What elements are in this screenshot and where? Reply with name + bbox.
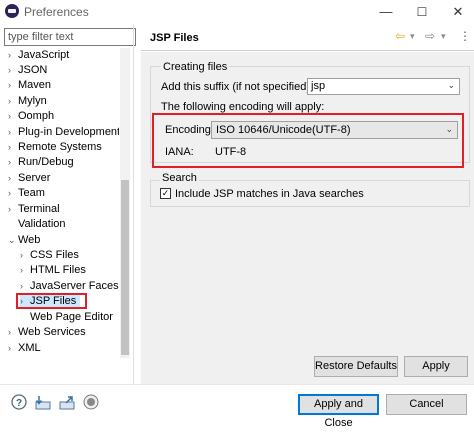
- tree-item-label: JSON: [18, 64, 48, 76]
- chevron-right-icon[interactable]: ›: [8, 78, 18, 93]
- chevron-down-icon: ⌄: [447, 80, 455, 90]
- tree-scrollbar-thumb[interactable]: [121, 180, 129, 355]
- tree-item-label: Terminal: [18, 203, 60, 215]
- minimize-button[interactable]: —: [368, 2, 404, 22]
- chevron-right-icon[interactable]: ›: [8, 94, 18, 109]
- chevron-right-icon[interactable]: ›: [8, 202, 18, 217]
- tree-item-javascript[interactable]: › JavaScript: [8, 48, 69, 63]
- cancel-button[interactable]: Cancel: [386, 394, 467, 415]
- tree-item-run-debug[interactable]: › Run/Debug: [8, 155, 74, 170]
- tree-item-team[interactable]: › Team: [8, 186, 45, 201]
- chevron-right-icon[interactable]: ›: [20, 279, 30, 294]
- page-title: JSP Files: [150, 32, 199, 44]
- back-menu-chevron-icon[interactable]: ▾: [410, 31, 415, 42]
- tree-item-terminal[interactable]: › Terminal: [8, 202, 60, 217]
- chevron-right-icon[interactable]: ›: [20, 263, 30, 278]
- forward-arrow-icon[interactable]: ⇨: [425, 29, 435, 43]
- tree-item-web-page-editor[interactable]: Web Page Editor: [20, 310, 113, 325]
- apply-button[interactable]: Apply: [404, 356, 468, 377]
- back-arrow-icon[interactable]: ⇦: [395, 29, 405, 43]
- tree-item-javaserver-faces[interactable]: ›JavaServer Faces To: [20, 279, 119, 294]
- chevron-right-icon[interactable]: ›: [8, 341, 18, 356]
- chevron-right-icon[interactable]: ›: [8, 140, 18, 155]
- apply-and-close-button[interactable]: Apply and Close: [298, 394, 379, 429]
- tree-item-label: HTML Files: [30, 264, 86, 276]
- tree-item-label: Web Page Editor: [30, 311, 113, 323]
- tree-item-label: Team: [18, 187, 45, 199]
- tree-item-label: Server: [18, 172, 51, 184]
- tree-item-label: Web Services: [18, 326, 86, 338]
- tree-item-label: Run/Debug: [18, 156, 74, 168]
- window-title: Preferences: [24, 5, 89, 19]
- suffix-value: jsp: [311, 80, 326, 92]
- highlight-box-jsp-files: [16, 293, 87, 309]
- chevron-down-icon[interactable]: ⌄: [8, 233, 18, 248]
- chevron-right-icon[interactable]: ›: [20, 248, 30, 263]
- help-glyph: ?: [16, 398, 22, 409]
- forward-menu-chevron-icon[interactable]: ▾: [441, 31, 446, 42]
- footer-separator: [0, 384, 474, 385]
- tree-item-label: JavaServer Faces To: [30, 280, 119, 292]
- include-jsp-checkbox[interactable]: ✓: [160, 188, 171, 199]
- include-jsp-label: Include JSP matches in Java searches: [175, 188, 364, 200]
- view-menu-icon[interactable]: ⋮: [459, 29, 471, 43]
- tree-item-xml[interactable]: › XML: [8, 341, 41, 356]
- help-icon[interactable]: ?: [11, 394, 27, 410]
- tree-item-web[interactable]: ⌄ Web: [8, 233, 40, 248]
- maximize-button[interactable]: ☐: [404, 2, 440, 22]
- chevron-right-icon[interactable]: ›: [8, 125, 18, 140]
- tree-item-web-services[interactable]: › Web Services: [8, 325, 86, 340]
- tree-item-label: Plug-in Development: [18, 126, 119, 138]
- tree-item-label: Mylyn: [18, 95, 47, 107]
- chevron-right-icon[interactable]: ›: [8, 109, 18, 124]
- tree-item-server[interactable]: › Server: [8, 171, 50, 186]
- chevron-right-icon[interactable]: ›: [8, 48, 18, 63]
- tree-item-mylyn[interactable]: › Mylyn: [8, 94, 47, 109]
- chevron-right-icon[interactable]: ›: [8, 155, 18, 170]
- tree-item-label: Oomph: [18, 110, 55, 122]
- encoding-note: The following encoding will apply:: [161, 101, 325, 113]
- suffix-label: Add this suffix (if not specified):: [161, 81, 314, 93]
- tree-item-label: Validation: [18, 218, 66, 230]
- preference-tree: › JavaScript › JSON › Maven › Mylyn › Oomph ›…: [4, 48, 119, 358]
- eclipse-app-icon: [5, 4, 19, 18]
- chevron-right-icon[interactable]: ›: [8, 325, 18, 340]
- tree-item-remote-systems[interactable]: › Remote Systems: [8, 140, 102, 155]
- filter-input[interactable]: [4, 28, 136, 46]
- import-icon[interactable]: [35, 394, 51, 410]
- title-separator: [141, 50, 474, 51]
- tree-item-label: Remote Systems: [18, 141, 102, 153]
- search-group-label: Search: [160, 172, 199, 184]
- export-icon[interactable]: [59, 394, 75, 410]
- tree-item-plugin-development[interactable]: › Plug-in Development: [8, 125, 119, 140]
- restore-defaults-button[interactable]: Restore Defaults: [314, 356, 398, 377]
- tree-item-validation[interactable]: Validation: [8, 217, 66, 232]
- tree-item-label: Maven: [18, 79, 52, 91]
- tree-item-label: XML: [18, 342, 41, 354]
- record-icon[interactable]: [83, 394, 99, 410]
- tree-item-html-files[interactable]: › HTML Files: [20, 263, 86, 278]
- highlight-box-encoding: [152, 113, 464, 168]
- chevron-right-icon[interactable]: ›: [8, 186, 18, 201]
- creating-files-group-label: Creating files: [161, 61, 230, 73]
- tree-item-label: JavaScript: [18, 49, 70, 61]
- close-button[interactable]: ✕: [440, 2, 474, 22]
- chevron-right-icon[interactable]: ›: [8, 63, 18, 78]
- tree-item-oomph[interactable]: › Oomph: [8, 109, 54, 124]
- tree-item-label: Web: [18, 234, 41, 246]
- tree-item-maven[interactable]: › Maven: [8, 78, 51, 93]
- suffix-combo[interactable]: jsp ⌄: [307, 78, 460, 95]
- panel-divider[interactable]: [133, 24, 134, 384]
- tree-item-label: CSS Files: [30, 249, 79, 261]
- tree-item-json[interactable]: › JSON: [8, 63, 47, 78]
- tree-item-css-files[interactable]: › CSS Files: [20, 248, 79, 263]
- chevron-right-icon[interactable]: ›: [8, 171, 18, 186]
